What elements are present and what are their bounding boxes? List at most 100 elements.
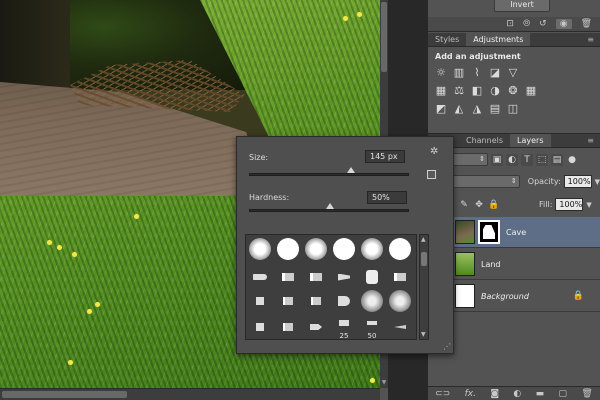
brush-tip-bristle[interactable] xyxy=(248,315,272,339)
brush-tip-bristle[interactable] xyxy=(276,315,300,339)
brush-tip-soft-round[interactable] xyxy=(248,237,272,261)
brush-tip-bristle[interactable] xyxy=(332,265,356,289)
lock-pixels-icon[interactable]: ✎ xyxy=(458,199,470,211)
reset-icon[interactable]: ↺ xyxy=(539,19,547,29)
brush-tip-hard-round[interactable] xyxy=(388,237,412,261)
brightness-icon[interactable]: ☼ xyxy=(435,67,447,79)
photo-filter-icon[interactable]: ◑ xyxy=(489,85,501,97)
chevron-down-icon[interactable]: ▼ xyxy=(595,178,600,186)
tab-styles[interactable]: Styles xyxy=(428,33,466,46)
brush-tip-bristle[interactable] xyxy=(388,265,412,289)
brush-grid-scrollbar[interactable]: ▲ ▼ xyxy=(419,234,429,340)
panel-menu-icon[interactable]: ≡ xyxy=(581,134,600,147)
brush-tip-size-50[interactable]: 50 xyxy=(360,315,384,339)
layer-name[interactable]: Cave xyxy=(506,228,526,237)
scroll-thumb[interactable] xyxy=(2,391,127,398)
size-field[interactable]: 145 px xyxy=(365,150,405,163)
hardness-slider[interactable] xyxy=(249,203,409,212)
folder-icon[interactable]: ▬ xyxy=(536,389,545,399)
new-layer-icon[interactable]: ▢ xyxy=(558,389,567,399)
brush-tip-airbrush[interactable] xyxy=(388,289,412,313)
adjustment-filter-icon[interactable]: ◐ xyxy=(506,153,518,166)
pixel-filter-icon[interactable]: ▣ xyxy=(491,153,503,166)
posterize-icon[interactable]: ◭ xyxy=(453,103,465,115)
mask-icon[interactable]: ◙ xyxy=(490,389,499,399)
lock-position-icon[interactable]: ✥ xyxy=(473,199,485,211)
horizontal-scrollbar[interactable] xyxy=(0,388,380,400)
brush-tip-shape xyxy=(394,273,406,281)
threshold-icon[interactable]: ◮ xyxy=(471,103,483,115)
opacity-field[interactable]: 100% xyxy=(563,175,592,188)
adjustments-panel: Styles Adjustments ≡ Add an adjustment ☼… xyxy=(428,33,600,131)
layer-name[interactable]: Background xyxy=(481,292,529,301)
adjustment-row-1: ☼ ▥ ⌇ ◪ ▽ xyxy=(428,61,600,79)
brush-tip-soft-round[interactable] xyxy=(304,237,328,261)
color-lookup-icon[interactable]: ▦ xyxy=(525,85,537,97)
scroll-down-arrow-icon[interactable]: ▼ xyxy=(421,331,426,338)
brush-size-label: 50 xyxy=(367,332,377,340)
view-previous-icon[interactable]: ⦾ xyxy=(523,19,530,29)
gradient-triangle-icon[interactable]: ▽ xyxy=(507,67,519,79)
brush-tip-bristle[interactable] xyxy=(304,265,328,289)
brush-tip-bristle[interactable] xyxy=(248,265,272,289)
brush-tip-soft-round[interactable] xyxy=(360,237,384,261)
trash-icon[interactable]: 🗑 xyxy=(581,19,592,29)
hardness-field[interactable]: 50% xyxy=(367,191,407,204)
type-filter-icon[interactable]: T xyxy=(521,153,533,166)
brush-tip-shape xyxy=(249,238,271,260)
brush-tip-bristle[interactable] xyxy=(360,265,384,289)
brush-tip-shape xyxy=(366,270,378,284)
levels-icon[interactable]: ▥ xyxy=(453,67,465,79)
black-white-icon[interactable]: ◧ xyxy=(471,85,483,97)
chevron-down-icon[interactable]: ▼ xyxy=(586,201,591,209)
scroll-thumb[interactable] xyxy=(421,252,427,266)
vibrance-icon[interactable]: ▦ xyxy=(435,85,447,97)
scroll-up-arrow-icon[interactable]: ▲ xyxy=(421,236,426,243)
link-icon[interactable]: ⊂⊃ xyxy=(435,389,450,399)
brush-tip-size-25[interactable]: 25 xyxy=(332,315,356,339)
new-preset-icon[interactable] xyxy=(427,170,436,179)
resize-grip-icon[interactable]: ⋰ xyxy=(443,342,451,351)
balance-icon[interactable]: ⚖ xyxy=(453,85,465,97)
filter-toggle-icon[interactable]: ● xyxy=(566,154,578,166)
channel-mixer-icon[interactable]: ❂ xyxy=(507,85,519,97)
invert-icon[interactable]: ◩ xyxy=(435,103,447,115)
brush-tip-bristle[interactable] xyxy=(248,289,272,313)
brush-tip-bristle[interactable] xyxy=(276,265,300,289)
tab-layers[interactable]: Layers xyxy=(510,134,551,147)
clip-icon[interactable]: ⊡ xyxy=(506,19,514,29)
tab-adjustments[interactable]: Adjustments xyxy=(466,33,531,46)
brush-tip-bristle[interactable] xyxy=(276,289,300,313)
brush-tip-shape xyxy=(367,321,377,325)
selective-color-icon[interactable]: ◫ xyxy=(507,103,519,115)
chevron-down-icon: ⇕ xyxy=(479,155,485,163)
shape-filter-icon[interactable]: ⬚ xyxy=(536,153,548,166)
curves-icon[interactable]: ⌇ xyxy=(471,67,483,79)
panel-menu-icon[interactable]: ≡ xyxy=(581,33,600,46)
brush-tip-hard-round[interactable] xyxy=(276,237,300,261)
brush-tip-bristle[interactable] xyxy=(332,289,356,313)
gradient-map-icon[interactable]: ▤ xyxy=(489,103,501,115)
layer-name[interactable]: Land xyxy=(481,260,501,269)
smart-filter-icon[interactable]: ▤ xyxy=(551,153,563,166)
invert-button[interactable]: Invert xyxy=(494,0,550,12)
layer-mask-thumbnail[interactable] xyxy=(478,220,500,244)
trash-icon[interactable]: 🗑 xyxy=(581,389,592,399)
visibility-icon[interactable]: ◉ xyxy=(555,19,572,29)
fill-field[interactable]: 100% xyxy=(555,198,584,211)
brush-tip-hard-round[interactable] xyxy=(332,237,356,261)
hardness-slider-knob[interactable] xyxy=(326,203,334,209)
size-slider[interactable] xyxy=(249,167,409,176)
scroll-thumb[interactable] xyxy=(381,2,387,72)
exposure-icon[interactable]: ◪ xyxy=(489,67,501,79)
fx-icon[interactable]: fx. xyxy=(465,389,476,399)
brush-tip-bristle[interactable] xyxy=(304,315,328,339)
brush-tip-airbrush[interactable] xyxy=(360,289,384,313)
gear-icon[interactable]: ✲ xyxy=(430,146,438,157)
adjustment-icon[interactable]: ◐ xyxy=(513,389,521,399)
size-slider-knob[interactable] xyxy=(346,167,355,173)
brush-tip-bristle[interactable] xyxy=(304,289,328,313)
scroll-down-arrow-icon[interactable]: ▼ xyxy=(380,379,388,386)
brush-tip-bristle[interactable] xyxy=(388,315,412,339)
lock-all-icon[interactable]: 🔒 xyxy=(488,199,500,211)
